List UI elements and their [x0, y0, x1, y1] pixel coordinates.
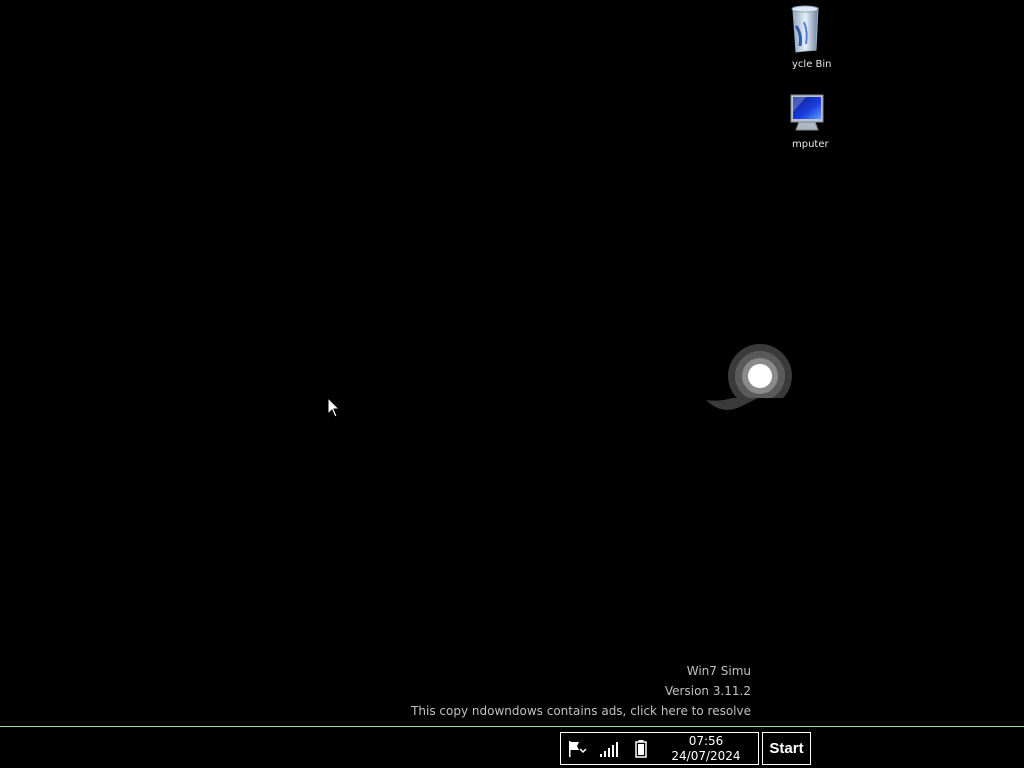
signal-bars-icon[interactable]	[599, 740, 619, 758]
desktop-icon-recycle-bin[interactable]: ycle Bin	[790, 4, 880, 76]
clock[interactable]: 07:56 24/07/2024	[656, 734, 756, 764]
watermark: Win7 Simu Version 3.11.2 This copy ndown…	[411, 661, 751, 721]
desktop-icon-computer[interactable]: mputer	[790, 90, 880, 162]
mouse-cursor-icon	[327, 397, 341, 418]
battery-icon[interactable]	[631, 740, 651, 758]
loading-spinner-icon	[706, 344, 798, 414]
start-button[interactable]: Start	[762, 732, 811, 765]
recycle-bin-label: ycle Bin	[792, 59, 832, 70]
desktop: ycle Bin mputer Win7 Simu Version 3.11.2…	[0, 0, 1024, 726]
taskbar: 07:56 24/07/2024 Start	[0, 726, 1024, 768]
computer-icon	[790, 94, 824, 131]
watermark-version: Version 3.11.2	[664, 684, 751, 698]
watermark-title: Win7 Simu	[686, 664, 751, 678]
clock-time: 07:56	[688, 734, 724, 748]
computer-label: mputer	[792, 139, 829, 150]
flag-icon[interactable]	[567, 740, 587, 758]
clock-date: 24/07/2024	[671, 749, 741, 763]
recycle-bin-icon	[791, 5, 819, 53]
ads-resolve-link[interactable]: This copy ndowndows contains ads, click …	[411, 701, 751, 721]
system-tray: 07:56 24/07/2024	[560, 732, 759, 765]
